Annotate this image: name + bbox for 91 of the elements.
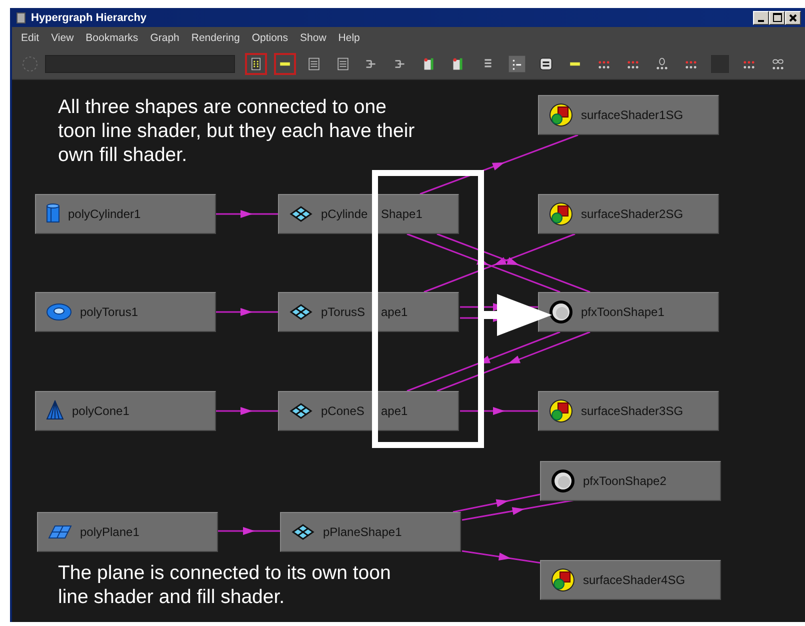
dots-icon bbox=[598, 61, 610, 68]
mesh-icon bbox=[291, 524, 315, 540]
toolbar-button[interactable] bbox=[274, 53, 296, 75]
graph-node[interactable]: polyCylinder1 bbox=[35, 194, 216, 234]
loop-icon bbox=[772, 59, 784, 70]
app-icon bbox=[16, 12, 26, 24]
menu-item[interactable]: Show bbox=[295, 30, 332, 46]
tree-icon bbox=[366, 60, 376, 68]
scene-icon bbox=[540, 58, 552, 70]
toon-icon bbox=[551, 469, 575, 493]
node-label: pfxToonShape2 bbox=[583, 474, 666, 488]
node-label: pTorusS bbox=[321, 305, 366, 319]
menu-item[interactable]: Help bbox=[333, 30, 365, 46]
shader-icon bbox=[549, 399, 573, 423]
shader-icon bbox=[549, 202, 573, 226]
pointer-arrow bbox=[484, 294, 552, 336]
node-label: polyPlane1 bbox=[80, 525, 140, 539]
toolbar-button[interactable] bbox=[506, 53, 528, 75]
menu-item[interactable]: View bbox=[46, 30, 79, 46]
toon-icon bbox=[549, 300, 573, 324]
close-icon bbox=[789, 14, 797, 22]
maximize-icon bbox=[772, 13, 782, 22]
node-label: surfaceShader1SG bbox=[581, 108, 684, 122]
node-label: polyCone1 bbox=[72, 404, 130, 418]
close-button[interactable] bbox=[785, 10, 801, 24]
mesh-icon bbox=[289, 304, 313, 320]
graph-node[interactable]: pfxToonShape2 bbox=[540, 461, 721, 501]
bookmark-icon bbox=[453, 58, 462, 70]
mesh-icon bbox=[289, 206, 313, 222]
dots-icon bbox=[686, 61, 696, 68]
connection-arrow bbox=[218, 527, 280, 535]
annotation-text: The plane is connected to its own toon line shader and fill shader. bbox=[58, 561, 392, 609]
node-label: ape1 bbox=[381, 305, 408, 319]
lines-icon bbox=[484, 59, 492, 68]
dots-icon bbox=[628, 61, 638, 68]
node-label: surfaceShader3SG bbox=[581, 404, 684, 418]
shader-icon bbox=[549, 103, 573, 127]
bookmark-icon bbox=[424, 58, 434, 70]
graph-node[interactable]: pConeS ape1 bbox=[278, 391, 459, 431]
dots-icon bbox=[744, 61, 754, 68]
connection-arrow bbox=[215, 210, 278, 218]
graph-node[interactable]: polyTorus1 bbox=[35, 292, 216, 332]
annotation-text: All three shapes are connected to one toon line shader, but they each have their own fill shader. bbox=[58, 95, 416, 167]
node-label: pConeS bbox=[321, 404, 364, 418]
graph-node[interactable]: pPlaneShape1 bbox=[280, 512, 461, 552]
branch-icon bbox=[508, 56, 526, 72]
cone-icon bbox=[46, 400, 64, 422]
cylinder-icon bbox=[46, 203, 60, 225]
node-label: pfxToonShape1 bbox=[581, 305, 664, 319]
selection-icon bbox=[22, 56, 38, 72]
node-label: pPlaneShape1 bbox=[323, 525, 402, 539]
graph-node[interactable]: pCylinde Shape1 bbox=[278, 194, 459, 234]
menu-item[interactable]: Edit bbox=[16, 30, 44, 46]
graph-node[interactable]: surfaceShader4SG bbox=[540, 560, 721, 600]
menu-item[interactable]: Rendering bbox=[186, 30, 245, 46]
graph-node[interactable]: surfaceShader1SG bbox=[538, 95, 719, 135]
graph-node[interactable]: pfxToonShape1 bbox=[538, 292, 719, 332]
node-label: polyCylinder1 bbox=[68, 207, 141, 221]
torus-icon bbox=[46, 303, 72, 321]
plane-icon bbox=[48, 524, 72, 540]
node-label: surfaceShader4SG bbox=[583, 573, 686, 587]
minimize-button[interactable] bbox=[753, 10, 769, 24]
graph-node[interactable]: polyCone1 bbox=[35, 391, 216, 431]
node-label: Shape1 bbox=[381, 207, 422, 221]
mesh-icon bbox=[289, 403, 313, 419]
node-label: pCylinde bbox=[321, 207, 368, 221]
name-field[interactable] bbox=[45, 55, 235, 73]
node-label: ape1 bbox=[381, 404, 408, 418]
node-label: surfaceShader2SG bbox=[581, 207, 684, 221]
shader-icon bbox=[551, 568, 575, 592]
dots-icon bbox=[656, 58, 668, 70]
connection-arrow bbox=[215, 308, 278, 316]
menu-item[interactable]: Options bbox=[246, 30, 294, 46]
menu-item[interactable]: Bookmarks bbox=[80, 30, 144, 46]
menu-item[interactable]: Graph bbox=[145, 30, 184, 46]
graph-node[interactable]: surfaceShader3SG bbox=[538, 391, 719, 431]
connection-arrow bbox=[215, 407, 278, 415]
maximize-button[interactable] bbox=[769, 10, 785, 24]
bar-icon bbox=[570, 62, 580, 66]
tree-icon bbox=[394, 60, 405, 68]
graph-node[interactable]: pTorusS ape1 bbox=[278, 292, 459, 332]
toolbar-button[interactable] bbox=[245, 53, 267, 75]
node-label: polyTorus1 bbox=[80, 305, 138, 319]
grid-icon bbox=[252, 58, 260, 70]
bar-icon bbox=[280, 62, 290, 66]
minimize-icon bbox=[758, 20, 764, 22]
graph-node[interactable]: surfaceShader2SG bbox=[538, 194, 719, 234]
graph-node[interactable]: polyPlane1 bbox=[37, 512, 218, 552]
window-title: Hypergraph Hierarchy bbox=[31, 12, 148, 24]
list-icon bbox=[338, 58, 348, 70]
list-icon bbox=[308, 58, 320, 70]
